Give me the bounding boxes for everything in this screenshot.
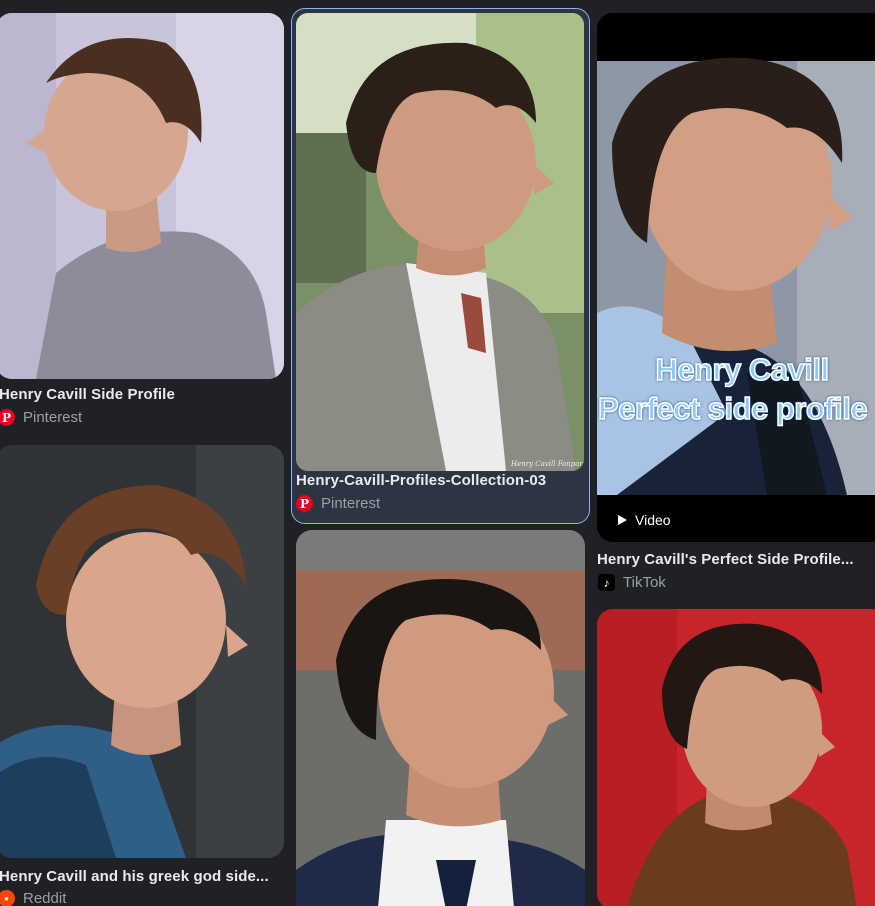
result-card-1[interactable]: Henry Cavill Side Profile P Pinterest: [0, 0, 290, 440]
video-overlay-line-1: Henry Cavill: [655, 351, 830, 388]
result-title-2[interactable]: Henry Cavill and his greek god side...: [0, 868, 284, 885]
result-card-2[interactable]: Henry Cavill and his greek god side... ●…: [0, 444, 290, 906]
result-source-5[interactable]: ♪ TikTok: [598, 574, 666, 591]
result-thumbnail-4[interactable]: [296, 530, 585, 906]
pinterest-icon: P: [296, 495, 313, 512]
side-profile-photo-3: Henry Cavill Fanpar: [296, 13, 584, 471]
result-title-3[interactable]: Henry-Cavill-Profiles-Collection-03: [296, 472, 581, 489]
thumbnail-watermark: Henry Cavill Fanpar: [510, 460, 583, 468]
tiktok-icon: ♪: [598, 574, 615, 591]
side-profile-photo-6: [597, 609, 875, 906]
pinterest-icon: P: [0, 409, 15, 426]
result-source-2[interactable]: ● Reddit: [0, 890, 66, 906]
side-profile-photo-1: [0, 13, 284, 379]
result-thumbnail-2[interactable]: [0, 445, 284, 858]
image-results-grid: Henry Cavill Side Profile P Pinterest He…: [0, 0, 875, 906]
result-card-3[interactable]: Henry Cavill Fanpar Henry-Cavill-Profile…: [291, 8, 588, 522]
video-badge: Video: [618, 512, 671, 528]
video-badge-label: Video: [635, 512, 671, 528]
result-thumbnail-1[interactable]: [0, 13, 284, 379]
result-thumbnail-6[interactable]: [597, 609, 875, 906]
result-source-label-2: Reddit: [23, 890, 67, 906]
play-icon: [618, 515, 627, 525]
result-source-label-3: Pinterest: [321, 495, 381, 512]
side-profile-photo-5: [597, 13, 875, 542]
result-source-1[interactable]: P Pinterest: [0, 409, 82, 426]
result-source-label-1: Pinterest: [23, 409, 83, 426]
result-card-4[interactable]: [296, 530, 585, 906]
result-title-1[interactable]: Henry Cavill Side Profile: [0, 386, 284, 403]
result-title-5[interactable]: Henry Cavill's Perfect Side Profile...: [597, 551, 857, 568]
result-card-5[interactable]: Henry Cavill Perfect side profile Video …: [597, 0, 875, 600]
result-source-label-5: TikTok: [623, 574, 666, 591]
side-profile-photo-4: [296, 530, 585, 906]
result-source-3[interactable]: P Pinterest: [296, 495, 380, 512]
side-profile-photo-2: [0, 445, 284, 858]
result-thumbnail-3[interactable]: Henry Cavill Fanpar: [296, 13, 584, 471]
result-thumbnail-5[interactable]: Henry Cavill Perfect side profile Video: [597, 13, 875, 542]
reddit-icon: ●: [0, 890, 15, 906]
video-overlay-line-2: Perfect side profile: [597, 390, 868, 427]
result-card-6[interactable]: [597, 609, 875, 906]
